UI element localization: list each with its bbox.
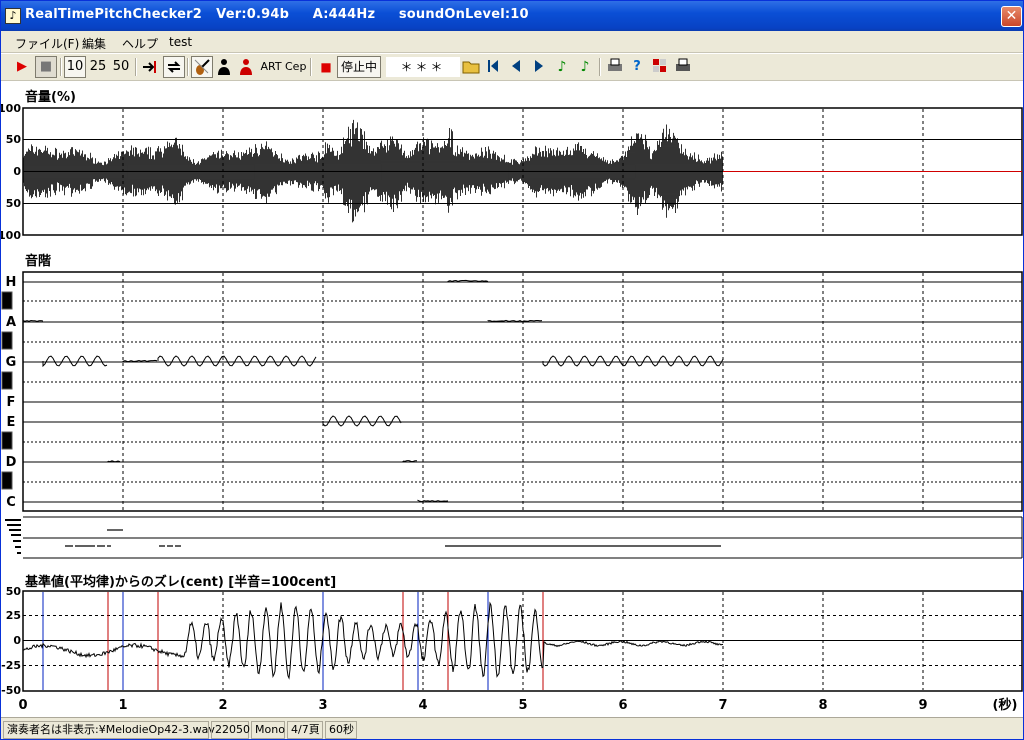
menu-edit[interactable]: 編集 bbox=[82, 35, 106, 52]
record-stop-icon: ■ bbox=[320, 60, 332, 74]
time-tick-label: 9 bbox=[918, 698, 927, 713]
scale-note-labels: H A G FE D C bbox=[1, 275, 17, 510]
menu-file[interactable]: ファイル(F) bbox=[15, 35, 79, 52]
note-green-icon[interactable]: ♪ bbox=[553, 56, 571, 78]
status-sample-rate: 22050 bbox=[211, 721, 250, 739]
time-tick-label: 0 bbox=[18, 698, 27, 713]
volume-y-tick-label: 100 bbox=[1, 102, 21, 115]
cent-y-tick-label: 25 bbox=[6, 609, 21, 622]
play-button[interactable]: ▶ bbox=[11, 56, 33, 78]
time-tick-label: 1 bbox=[118, 698, 127, 713]
open-folder-icon[interactable] bbox=[461, 56, 481, 78]
time-axis: 0 1 2 3 4 5 6 7 8 9 (秒) bbox=[18, 697, 1017, 713]
cent-y-tick-label: 50 bbox=[6, 585, 22, 598]
black-key-mark bbox=[1, 291, 13, 310]
print-icon[interactable] bbox=[605, 56, 625, 78]
cent-y-tick-label: -50 bbox=[1, 684, 21, 697]
jump-to-end-icon[interactable] bbox=[139, 56, 161, 78]
time-tick-label: 3 bbox=[318, 698, 327, 713]
help-icon[interactable]: ? bbox=[628, 56, 646, 78]
time-tick-label: 8 bbox=[818, 698, 827, 713]
title-bar[interactable]: ♪ RealTimePitchChecker2 Ver:0.94b A:444H… bbox=[1, 1, 1023, 31]
speed-25-button[interactable]: 25 bbox=[87, 56, 109, 78]
separator bbox=[135, 58, 137, 76]
cent-y-tick-label: 0 bbox=[13, 634, 21, 647]
speed-10-button[interactable]: 10 bbox=[64, 56, 86, 78]
volume-y-tick-label: 50 bbox=[6, 197, 22, 210]
black-key-mark bbox=[1, 331, 13, 350]
next-page-icon[interactable] bbox=[530, 56, 548, 78]
black-key-mark bbox=[1, 471, 13, 490]
separator bbox=[187, 58, 189, 76]
first-page-icon[interactable] bbox=[484, 56, 502, 78]
menu-bar: ファイル(F) 編集 ヘルプ test bbox=[1, 31, 1023, 53]
scale-note-label-A: A bbox=[6, 315, 16, 330]
status-bar: 演奏者名は非表示:¥MelodieOp42-3.wav 22050 Mono 4… bbox=[1, 717, 1023, 739]
previous-page-icon[interactable] bbox=[507, 56, 525, 78]
cent-y-ticks: 50 25 0 -25 -50 bbox=[1, 585, 21, 697]
status-length: 60秒 bbox=[325, 721, 357, 739]
time-tick-label: 5 bbox=[518, 698, 527, 713]
scale-note-label-F: F bbox=[7, 395, 16, 410]
black-key-mark bbox=[1, 371, 13, 390]
status-channels: Mono bbox=[251, 721, 285, 739]
time-tick-label: 7 bbox=[718, 698, 727, 713]
volume-y-ticks: 100 50 0 50 100 bbox=[1, 102, 21, 242]
time-tick-label: 4 bbox=[418, 698, 427, 713]
art-button[interactable]: ART bbox=[259, 56, 283, 78]
scale-note-label-D: D bbox=[6, 455, 17, 470]
mini-strip bbox=[5, 516, 1023, 559]
toolbar: ▶ ■ 10 25 50 ART Cep ■ 停止中 ＊＊＊ ♪ ♪ ? bbox=[1, 54, 1023, 81]
player-icon[interactable] bbox=[214, 56, 234, 78]
print-setup-icon[interactable] bbox=[673, 56, 693, 78]
menu-help[interactable]: ヘルプ bbox=[122, 35, 158, 52]
stop-button[interactable]: ■ bbox=[35, 56, 57, 78]
separator bbox=[599, 58, 601, 76]
separator bbox=[60, 58, 62, 76]
speed-50-button[interactable]: 50 bbox=[110, 56, 132, 78]
volume-y-tick-label: 0 bbox=[13, 165, 21, 178]
separator bbox=[310, 58, 312, 76]
window-title: RealTimePitchChecker2 Ver:0.94b A:444Hz … bbox=[25, 7, 529, 22]
time-tick-label: 2 bbox=[218, 698, 227, 713]
clef-icon: ♪ bbox=[5, 8, 21, 24]
cent-y-tick-label: -25 bbox=[1, 659, 21, 672]
menu-test[interactable]: test bbox=[169, 35, 192, 49]
pitch-chart: 10050050100 HAGFEDC bbox=[1, 102, 1023, 713]
loop-icon[interactable] bbox=[163, 56, 185, 78]
split-icon[interactable] bbox=[650, 56, 668, 78]
status-page: 4/7頁 bbox=[287, 721, 323, 739]
status-file: 演奏者名は非表示:¥MelodieOp42-3.wav bbox=[3, 721, 215, 739]
volume-y-tick-label: 50 bbox=[6, 133, 22, 146]
time-tick-label: 6 bbox=[618, 698, 627, 713]
scale-panel-frame bbox=[22, 271, 1023, 512]
singer-icon[interactable] bbox=[236, 56, 256, 78]
plot-area: 音量(%) 音階 基準値(平均律)からのズレ(cent) [半音=100cent… bbox=[1, 82, 1023, 716]
pitch-segment-A bbox=[22, 319, 44, 322]
note-display: ＊＊＊ bbox=[385, 56, 461, 78]
close-button[interactable]: ✕ bbox=[1001, 6, 1022, 27]
app-window: ♪ RealTimePitchChecker2 Ver:0.94b A:444H… bbox=[0, 0, 1024, 740]
cep-button[interactable]: Cep bbox=[284, 56, 306, 78]
time-unit-label: (秒) bbox=[993, 697, 1018, 713]
scale-note-label-C: C bbox=[6, 495, 16, 510]
scale-note-label-H: H bbox=[6, 275, 17, 290]
note-outline-icon[interactable]: ♪ bbox=[576, 56, 594, 78]
scale-note-label-E: E bbox=[7, 415, 16, 430]
volume-y-tick-label: 100 bbox=[1, 229, 21, 242]
black-key-mark bbox=[1, 431, 13, 450]
status-display: 停止中 bbox=[337, 56, 381, 78]
scale-note-label-G: G bbox=[6, 355, 17, 370]
violin-icon[interactable] bbox=[191, 56, 213, 78]
